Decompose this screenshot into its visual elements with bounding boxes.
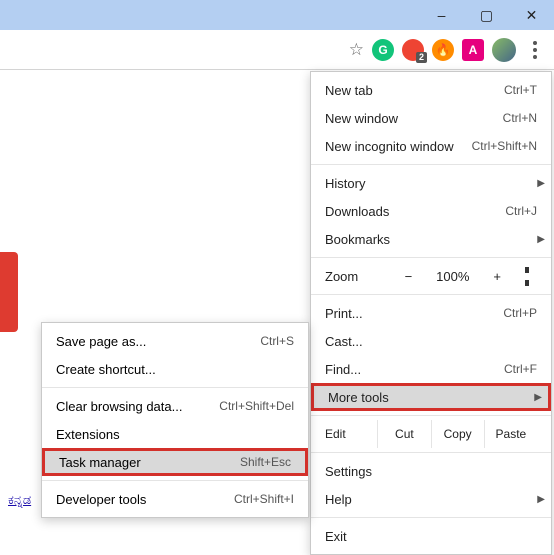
menu-label: Print... bbox=[325, 306, 363, 321]
chevron-right-icon: ▶ bbox=[534, 392, 542, 403]
menu-label: Zoom bbox=[325, 269, 358, 284]
menu-settings[interactable]: Settings bbox=[311, 457, 551, 485]
menu-separator bbox=[42, 387, 308, 388]
menu-shortcut: Shift+Esc bbox=[240, 455, 291, 469]
submenu-clear-data[interactable]: Clear browsing data... Ctrl+Shift+Del bbox=[42, 392, 308, 420]
menu-label: Exit bbox=[325, 529, 347, 544]
menu-label: More tools bbox=[328, 390, 389, 405]
menu-shortcut: Ctrl+S bbox=[260, 334, 294, 348]
minimize-button[interactable]: – bbox=[419, 0, 464, 30]
menu-history[interactable]: History ▶ bbox=[311, 169, 551, 197]
menu-print[interactable]: Print... Ctrl+P bbox=[311, 299, 551, 327]
menu-shortcut: Ctrl+Shift+I bbox=[234, 492, 294, 506]
submenu-create-shortcut[interactable]: Create shortcut... bbox=[42, 355, 308, 383]
menu-shortcut: Ctrl+N bbox=[503, 111, 537, 125]
zoom-value: 100% bbox=[428, 269, 477, 284]
menu-exit[interactable]: Exit bbox=[311, 522, 551, 550]
lang-link[interactable]: ಕನ್ನಡ bbox=[8, 492, 31, 508]
zoom-in-button[interactable]: + bbox=[485, 269, 509, 284]
menu-incognito[interactable]: New incognito window Ctrl+Shift+N bbox=[311, 132, 551, 160]
submenu-save-page[interactable]: Save page as... Ctrl+S bbox=[42, 327, 308, 355]
menu-label: Create shortcut... bbox=[56, 362, 156, 377]
menu-label: Bookmarks bbox=[325, 232, 390, 247]
menu-separator bbox=[311, 517, 551, 518]
menu-separator bbox=[311, 452, 551, 453]
menu-zoom: Zoom − 100% + bbox=[311, 262, 551, 290]
extension-grammarly-icon[interactable]: G bbox=[372, 39, 394, 61]
menu-shortcut: Ctrl+Shift+N bbox=[472, 139, 537, 153]
menu-bookmarks[interactable]: Bookmarks ▶ bbox=[311, 225, 551, 253]
page-logo-fragment bbox=[0, 252, 18, 332]
menu-label: Save page as... bbox=[56, 334, 146, 349]
menu-label: Cast... bbox=[325, 334, 363, 349]
kebab-menu-icon[interactable] bbox=[524, 37, 546, 63]
submenu-developer-tools[interactable]: Developer tools Ctrl+Shift+I bbox=[42, 485, 308, 513]
menu-separator bbox=[311, 294, 551, 295]
menu-label: New window bbox=[325, 111, 398, 126]
extension-a-icon[interactable]: A bbox=[462, 39, 484, 61]
submenu-task-manager[interactable]: Task manager Shift+Esc bbox=[42, 448, 308, 476]
menu-separator bbox=[42, 480, 308, 481]
menu-label: Clear browsing data... bbox=[56, 399, 182, 414]
menu-label: New incognito window bbox=[325, 139, 454, 154]
menu-separator bbox=[311, 164, 551, 165]
chevron-right-icon: ▶ bbox=[537, 494, 545, 505]
menu-find[interactable]: Find... Ctrl+F bbox=[311, 355, 551, 383]
menu-edit-row: Edit Cut Copy Paste bbox=[311, 420, 551, 448]
menu-label: New tab bbox=[325, 83, 373, 98]
menu-help[interactable]: Help ▶ bbox=[311, 485, 551, 513]
submenu-extensions[interactable]: Extensions bbox=[42, 420, 308, 448]
menu-separator bbox=[311, 257, 551, 258]
profile-avatar[interactable] bbox=[492, 38, 516, 62]
fullscreen-icon[interactable] bbox=[517, 269, 537, 284]
menu-label: Downloads bbox=[325, 204, 389, 219]
maximize-button[interactable]: ▢ bbox=[464, 0, 509, 30]
more-tools-submenu: Save page as... Ctrl+S Create shortcut..… bbox=[41, 322, 309, 518]
zoom-out-button[interactable]: − bbox=[397, 269, 421, 284]
menu-shortcut: Ctrl+J bbox=[505, 204, 537, 218]
menu-cut[interactable]: Cut bbox=[377, 420, 430, 448]
menu-more-tools[interactable]: More tools ▶ bbox=[311, 383, 551, 411]
menu-shortcut: Ctrl+P bbox=[503, 306, 537, 320]
menu-label: Find... bbox=[325, 362, 361, 377]
menu-paste[interactable]: Paste bbox=[484, 420, 537, 448]
menu-shortcut: Ctrl+F bbox=[504, 362, 537, 376]
menu-label: Task manager bbox=[59, 455, 141, 470]
menu-new-tab[interactable]: New tab Ctrl+T bbox=[311, 76, 551, 104]
menu-label: Help bbox=[325, 492, 352, 507]
chrome-main-menu: New tab Ctrl+T New window Ctrl+N New inc… bbox=[310, 71, 552, 555]
menu-edit-label: Edit bbox=[325, 420, 377, 448]
extension-fire-icon[interactable]: 🔥 bbox=[432, 39, 454, 61]
extension-opera-icon[interactable] bbox=[402, 39, 424, 61]
window-titlebar: – ▢ ✕ bbox=[0, 0, 554, 30]
menu-copy[interactable]: Copy bbox=[431, 420, 484, 448]
chevron-right-icon: ▶ bbox=[537, 234, 545, 245]
menu-new-window[interactable]: New window Ctrl+N bbox=[311, 104, 551, 132]
close-button[interactable]: ✕ bbox=[509, 0, 554, 30]
menu-shortcut: Ctrl+T bbox=[504, 83, 537, 97]
menu-downloads[interactable]: Downloads Ctrl+J bbox=[311, 197, 551, 225]
menu-cast[interactable]: Cast... bbox=[311, 327, 551, 355]
browser-toolbar: ☆ G 🔥 A bbox=[0, 30, 554, 70]
menu-label: Developer tools bbox=[56, 492, 146, 507]
menu-label: Settings bbox=[325, 464, 372, 479]
menu-label: Extensions bbox=[56, 427, 120, 442]
menu-shortcut: Ctrl+Shift+Del bbox=[219, 399, 294, 413]
menu-label: History bbox=[325, 176, 365, 191]
chevron-right-icon: ▶ bbox=[537, 178, 545, 189]
bookmark-star-icon[interactable]: ☆ bbox=[349, 40, 364, 60]
menu-separator bbox=[311, 415, 551, 416]
